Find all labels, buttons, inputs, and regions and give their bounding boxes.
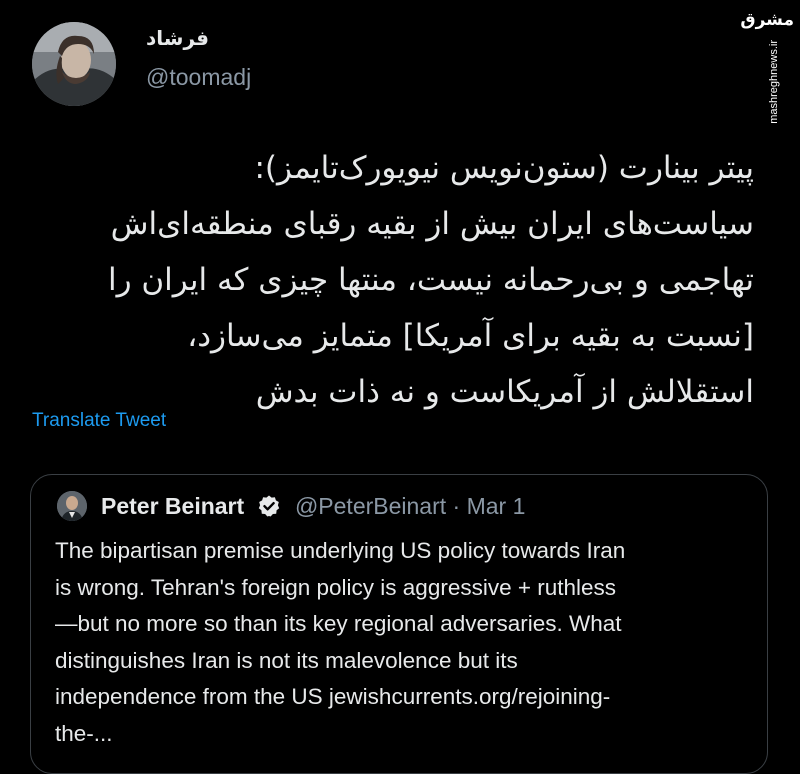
watermark-site: mashreghnews.ir [768, 40, 780, 124]
tweet-text: پیتر بینارت (ستون‌نویس نیویورک‌تایمز): س… [30, 140, 754, 420]
quoted-author-handle[interactable]: @PeterBeinart [295, 493, 446, 519]
author-display-name[interactable]: فرشاد [146, 26, 209, 50]
quoted-line: The bipartisan premise underlying US pol… [55, 538, 626, 563]
quoted-line: the-... [55, 720, 113, 746]
quoted-tweet-card[interactable]: Peter Beinart @PeterBeinart · Mar 1 The … [30, 474, 768, 774]
watermark-logo: مشرق [740, 10, 794, 30]
quoted-date[interactable]: Mar 1 [467, 493, 526, 519]
quoted-line: is wrong. Tehran's foreign policy is agg… [55, 574, 617, 600]
quoted-author-avatar[interactable] [57, 491, 87, 521]
author-avatar-image [32, 22, 116, 106]
quoted-avatar-image [57, 491, 87, 521]
quoted-line: independence from the US jewishcurrents.… [55, 684, 611, 709]
quoted-header: Peter Beinart @PeterBeinart · Mar 1 [101, 493, 525, 520]
quoted-line: —but no more so than its key regional ad… [55, 611, 622, 636]
author-avatar[interactable] [32, 22, 116, 106]
header-separator: · [452, 493, 461, 519]
tweet-line: تهاجمی و بی‌رحمانه نیست، منتها چیزی که ا… [107, 262, 754, 298]
tweet-line: [نسبت به بقیه برای آمریکا] متمایز می‌ساز… [187, 318, 754, 354]
quoted-line: distinguishes Iran is not its malevolenc… [55, 647, 518, 673]
site-watermark: مشرق mashreghnews.ir [740, 10, 794, 130]
author-handle[interactable]: @toomadj [146, 64, 251, 91]
translate-tweet-link[interactable]: Translate Tweet [32, 410, 166, 432]
tweet-line: سیاست‌های ایران بیش از بقیه رقبای منطقه‌… [110, 206, 754, 242]
quoted-author-name[interactable]: Peter Beinart [101, 493, 244, 519]
tweet-line: پیتر بینارت (ستون‌نویس نیویورک‌تایمز): [254, 150, 754, 186]
quoted-text: The bipartisan premise underlying US pol… [55, 533, 755, 752]
verified-badge-icon [258, 495, 279, 517]
